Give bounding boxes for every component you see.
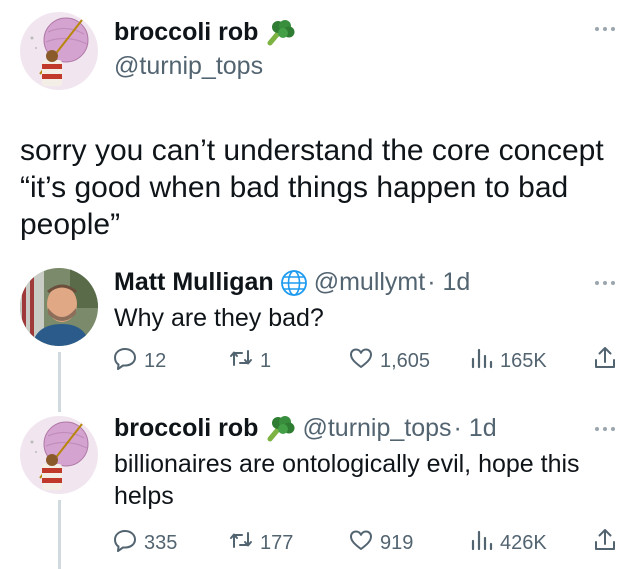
handle[interactable]: @mullymt — [314, 268, 426, 297]
reply-button[interactable]: 12 — [112, 346, 166, 376]
share-button[interactable] — [592, 528, 618, 558]
author-row: broccoli rob @turnip_tops · 1d — [114, 414, 497, 443]
retweet-button[interactable]: 177 — [228, 528, 293, 558]
reply-count: 335 — [144, 531, 178, 554]
heart-icon — [348, 527, 374, 559]
author-row: Matt Mulligan @mullymt · 1d — [114, 268, 470, 297]
timestamp[interactable]: · 1d — [427, 268, 470, 297]
action-bar: 335 177 919 426K — [112, 528, 622, 558]
author-row: broccoli rob — [114, 18, 296, 47]
reply-icon — [112, 527, 138, 559]
more-icon[interactable] — [590, 422, 620, 436]
more-icon[interactable] — [590, 276, 620, 290]
display-name[interactable]: broccoli rob — [114, 414, 258, 443]
action-bar: 12 1 1,605 165K — [112, 346, 622, 376]
views-icon — [468, 345, 494, 377]
broccoli-icon — [264, 19, 296, 47]
retweet-count: 177 — [260, 531, 294, 554]
retweet-icon — [228, 345, 254, 377]
more-icon[interactable] — [590, 22, 620, 36]
share-button[interactable] — [592, 346, 618, 376]
retweet-icon — [228, 527, 254, 559]
handle[interactable]: @turnip_tops — [302, 414, 451, 443]
avatar[interactable] — [20, 268, 98, 346]
views-button[interactable]: 165K — [468, 346, 547, 376]
broccoli-icon — [264, 415, 296, 443]
tweet-text: sorry you can’t understand the core conc… — [20, 134, 604, 241]
retweet-button[interactable]: 1 — [228, 346, 271, 376]
handle[interactable]: @turnip_tops — [114, 52, 263, 81]
reply-button[interactable]: 335 — [112, 528, 177, 558]
tweet-text: Why are they bad? — [114, 304, 324, 332]
views-button[interactable]: 426K — [468, 528, 547, 558]
globe-icon — [280, 269, 308, 297]
avatar[interactable] — [20, 416, 98, 494]
share-icon — [592, 527, 618, 559]
reply-count: 12 — [144, 349, 167, 372]
tweet-text: billionaires are ontologically evil, hop… — [114, 450, 580, 510]
views-count: 165K — [500, 349, 547, 372]
like-count: 919 — [380, 531, 414, 554]
avatar[interactable] — [20, 12, 98, 90]
display-name[interactable]: broccoli rob — [114, 18, 258, 47]
timestamp[interactable]: · 1d — [454, 414, 497, 443]
like-count: 1,605 — [380, 349, 431, 372]
like-button[interactable]: 919 — [348, 528, 413, 558]
display-name[interactable]: Matt Mulligan — [114, 268, 274, 297]
views-icon — [468, 527, 494, 559]
thread-line — [58, 352, 61, 412]
like-button[interactable]: 1,605 — [348, 346, 430, 376]
retweet-count: 1 — [260, 349, 272, 372]
share-icon — [592, 345, 618, 377]
reply-icon — [112, 345, 138, 377]
thread-line — [58, 500, 61, 569]
views-count: 426K — [500, 531, 547, 554]
heart-icon — [348, 345, 374, 377]
